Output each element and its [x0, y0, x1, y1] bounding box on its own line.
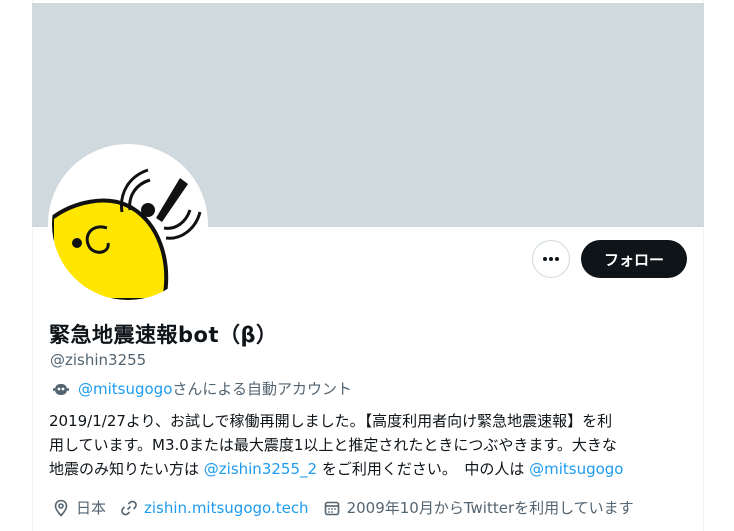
profile-name: 緊急地震速報bot（β） — [49, 323, 278, 347]
automated-by-link[interactable]: @mitsugogo — [78, 380, 172, 398]
bio-line-2: 用しています。M3.0または最大震度1以上と推定されたときにつぶやきます。大きな — [49, 436, 617, 454]
bio-line-3: 地震のみ知りたい方は @zishin3255_2 をご利用ください。 中の人は … — [49, 457, 699, 481]
follow-button-label: フォロー — [603, 250, 664, 269]
profile-bio: 2019/1/27より、お試しで稼働再開しました。【高度利用者向け緊急地震速報】… — [49, 409, 699, 481]
avatar-image — [52, 148, 204, 300]
bio-line-3-text: 地震のみ知りたい方は — [49, 460, 204, 478]
website-link[interactable]: zishin.mitsugogo.tech — [144, 499, 309, 517]
joined-text: 2009年10月からTwitterを利用しています — [346, 499, 634, 517]
more-dots-icon — [543, 257, 559, 261]
calendar-icon — [324, 501, 339, 515]
location-text: 日本 — [76, 499, 107, 517]
profile-handle: @zishin3255 — [50, 351, 147, 369]
profile-meta: 日本 zishin.mitsugogo.tech 2009年10月からTwitt… — [52, 497, 648, 518]
robot-icon — [52, 380, 70, 398]
follow-button[interactable]: フォロー — [581, 240, 687, 278]
bio-link-mitsugogo[interactable]: @mitsugogo — [529, 460, 623, 478]
link-icon — [121, 500, 137, 515]
website-item: zishin.mitsugogo.tech — [120, 499, 309, 517]
more-options-button[interactable] — [532, 240, 570, 278]
bio-link-zishin3255-2[interactable]: @zishin3255_2 — [204, 460, 317, 478]
joined-item: 2009年10月からTwitterを利用しています — [323, 497, 634, 518]
bio-line-3-text-mid: をご利用ください。 中の人は — [317, 460, 530, 478]
bio-line-1: 2019/1/27より、お試しで稼働再開しました。【高度利用者向け緊急地震速報】… — [49, 412, 613, 430]
location-pin-icon — [54, 499, 68, 517]
avatar[interactable] — [48, 144, 208, 304]
automated-suffix: さんによる自動アカウント — [172, 380, 352, 398]
automated-account-label: @mitsugogo さんによる自動アカウント — [52, 378, 352, 399]
location-item: 日本 — [52, 497, 106, 518]
